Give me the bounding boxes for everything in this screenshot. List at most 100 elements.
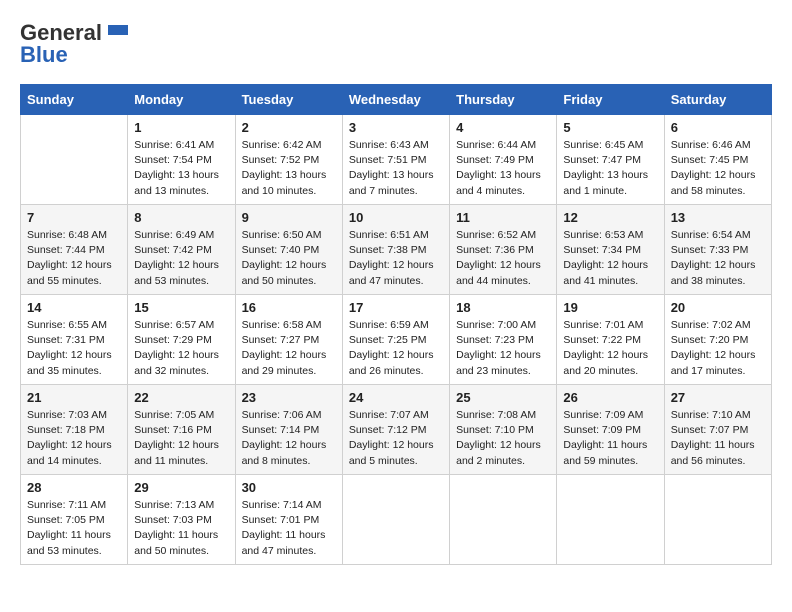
day-number: 11	[456, 210, 550, 225]
weekday-header-row: SundayMondayTuesdayWednesdayThursdayFrid…	[21, 85, 772, 115]
day-number: 1	[134, 120, 228, 135]
calendar-week-row: 7 Sunrise: 6:48 AM Sunset: 7:44 PM Daylig…	[21, 205, 772, 295]
day-info: Sunrise: 6:53 AM Sunset: 7:34 PM Dayligh…	[563, 228, 657, 289]
day-number: 16	[242, 300, 336, 315]
day-number: 20	[671, 300, 765, 315]
day-number: 26	[563, 390, 657, 405]
day-number: 28	[27, 480, 121, 495]
logo-flag-icon	[106, 25, 128, 41]
calendar-cell: 10 Sunrise: 6:51 AM Sunset: 7:38 PM Dayli…	[342, 205, 449, 295]
day-info: Sunrise: 6:59 AM Sunset: 7:25 PM Dayligh…	[349, 318, 443, 379]
calendar-cell	[342, 475, 449, 565]
calendar-cell: 13 Sunrise: 6:54 AM Sunset: 7:33 PM Dayli…	[664, 205, 771, 295]
weekday-header-sunday: Sunday	[21, 85, 128, 115]
day-info: Sunrise: 6:48 AM Sunset: 7:44 PM Dayligh…	[27, 228, 121, 289]
calendar-cell: 7 Sunrise: 6:48 AM Sunset: 7:44 PM Daylig…	[21, 205, 128, 295]
calendar-cell: 30Sunrise: 7:14 AM Sunset: 7:01 PM Dayli…	[235, 475, 342, 565]
day-info: Sunrise: 7:03 AM Sunset: 7:18 PM Dayligh…	[27, 408, 121, 469]
day-info: Sunrise: 7:13 AM Sunset: 7:03 PM Dayligh…	[134, 498, 228, 559]
calendar-cell: 17Sunrise: 6:59 AM Sunset: 7:25 PM Dayli…	[342, 295, 449, 385]
day-number: 8	[134, 210, 228, 225]
day-info: Sunrise: 7:10 AM Sunset: 7:07 PM Dayligh…	[671, 408, 765, 469]
calendar-cell: 18 Sunrise: 7:00 AM Sunset: 7:23 PM Dayli…	[450, 295, 557, 385]
day-info: Sunrise: 6:46 AM Sunset: 7:45 PM Dayligh…	[671, 138, 765, 199]
day-info: Sunrise: 6:55 AM Sunset: 7:31 PM Dayligh…	[27, 318, 121, 379]
calendar-cell: 27Sunrise: 7:10 AM Sunset: 7:07 PM Dayli…	[664, 385, 771, 475]
calendar-cell: 26 Sunrise: 7:09 AM Sunset: 7:09 PM Dayli…	[557, 385, 664, 475]
day-info: Sunrise: 6:49 AM Sunset: 7:42 PM Dayligh…	[134, 228, 228, 289]
calendar-cell: 20 Sunrise: 7:02 AM Sunset: 7:20 PM Dayli…	[664, 295, 771, 385]
day-number: 21	[27, 390, 121, 405]
day-number: 24	[349, 390, 443, 405]
calendar-cell: 4 Sunrise: 6:44 AM Sunset: 7:49 PM Daylig…	[450, 115, 557, 205]
calendar-cell	[450, 475, 557, 565]
calendar-week-row: 21 Sunrise: 7:03 AM Sunset: 7:18 PM Dayli…	[21, 385, 772, 475]
day-info: Sunrise: 7:02 AM Sunset: 7:20 PM Dayligh…	[671, 318, 765, 379]
day-info: Sunrise: 7:09 AM Sunset: 7:09 PM Dayligh…	[563, 408, 657, 469]
day-number: 25	[456, 390, 550, 405]
calendar-cell: 21 Sunrise: 7:03 AM Sunset: 7:18 PM Dayli…	[21, 385, 128, 475]
calendar-cell: 5 Sunrise: 6:45 AM Sunset: 7:47 PM Daylig…	[557, 115, 664, 205]
calendar-cell: 22 Sunrise: 7:05 AM Sunset: 7:16 PM Dayli…	[128, 385, 235, 475]
day-info: Sunrise: 6:52 AM Sunset: 7:36 PM Dayligh…	[456, 228, 550, 289]
calendar-cell: 19 Sunrise: 7:01 AM Sunset: 7:22 PM Dayli…	[557, 295, 664, 385]
day-info: Sunrise: 6:50 AM Sunset: 7:40 PM Dayligh…	[242, 228, 336, 289]
page-header: General Blue	[20, 20, 772, 68]
calendar-cell: 25 Sunrise: 7:08 AM Sunset: 7:10 PM Dayli…	[450, 385, 557, 475]
day-info: Sunrise: 7:00 AM Sunset: 7:23 PM Dayligh…	[456, 318, 550, 379]
day-number: 18	[456, 300, 550, 315]
calendar-cell: 2 Sunrise: 6:42 AM Sunset: 7:52 PM Daylig…	[235, 115, 342, 205]
weekday-header-friday: Friday	[557, 85, 664, 115]
calendar-cell	[557, 475, 664, 565]
calendar-cell: 15Sunrise: 6:57 AM Sunset: 7:29 PM Dayli…	[128, 295, 235, 385]
day-number: 13	[671, 210, 765, 225]
day-number: 3	[349, 120, 443, 135]
day-info: Sunrise: 6:44 AM Sunset: 7:49 PM Dayligh…	[456, 138, 550, 199]
calendar-cell	[21, 115, 128, 205]
logo: General Blue	[20, 20, 128, 68]
day-info: Sunrise: 7:08 AM Sunset: 7:10 PM Dayligh…	[456, 408, 550, 469]
day-number: 12	[563, 210, 657, 225]
day-number: 4	[456, 120, 550, 135]
day-info: Sunrise: 6:45 AM Sunset: 7:47 PM Dayligh…	[563, 138, 657, 199]
day-info: Sunrise: 6:51 AM Sunset: 7:38 PM Dayligh…	[349, 228, 443, 289]
weekday-header-monday: Monday	[128, 85, 235, 115]
day-number: 10	[349, 210, 443, 225]
calendar-cell: 14 Sunrise: 6:55 AM Sunset: 7:31 PM Dayli…	[21, 295, 128, 385]
day-number: 30	[242, 480, 336, 495]
calendar-cell: 29 Sunrise: 7:13 AM Sunset: 7:03 PM Dayli…	[128, 475, 235, 565]
calendar-cell: 23Sunrise: 7:06 AM Sunset: 7:14 PM Dayli…	[235, 385, 342, 475]
day-info: Sunrise: 6:42 AM Sunset: 7:52 PM Dayligh…	[242, 138, 336, 199]
calendar-cell: 11 Sunrise: 6:52 AM Sunset: 7:36 PM Dayli…	[450, 205, 557, 295]
day-info: Sunrise: 7:05 AM Sunset: 7:16 PM Dayligh…	[134, 408, 228, 469]
day-info: Sunrise: 7:01 AM Sunset: 7:22 PM Dayligh…	[563, 318, 657, 379]
calendar-cell: 1Sunrise: 6:41 AM Sunset: 7:54 PM Daylig…	[128, 115, 235, 205]
day-number: 29	[134, 480, 228, 495]
logo-blue-text: Blue	[20, 42, 68, 68]
weekday-header-saturday: Saturday	[664, 85, 771, 115]
calendar-cell: 12 Sunrise: 6:53 AM Sunset: 7:34 PM Dayli…	[557, 205, 664, 295]
weekday-header-thursday: Thursday	[450, 85, 557, 115]
day-number: 2	[242, 120, 336, 135]
day-number: 23	[242, 390, 336, 405]
calendar-cell: 24 Sunrise: 7:07 AM Sunset: 7:12 PM Dayli…	[342, 385, 449, 475]
calendar-table: SundayMondayTuesdayWednesdayThursdayFrid…	[20, 84, 772, 565]
calendar-week-row: 14 Sunrise: 6:55 AM Sunset: 7:31 PM Dayli…	[21, 295, 772, 385]
day-number: 22	[134, 390, 228, 405]
day-info: Sunrise: 7:07 AM Sunset: 7:12 PM Dayligh…	[349, 408, 443, 469]
calendar-week-row: 1Sunrise: 6:41 AM Sunset: 7:54 PM Daylig…	[21, 115, 772, 205]
day-info: Sunrise: 6:58 AM Sunset: 7:27 PM Dayligh…	[242, 318, 336, 379]
weekday-header-wednesday: Wednesday	[342, 85, 449, 115]
day-number: 19	[563, 300, 657, 315]
day-number: 14	[27, 300, 121, 315]
day-number: 9	[242, 210, 336, 225]
day-info: Sunrise: 6:54 AM Sunset: 7:33 PM Dayligh…	[671, 228, 765, 289]
day-number: 6	[671, 120, 765, 135]
calendar-cell: 8 Sunrise: 6:49 AM Sunset: 7:42 PM Daylig…	[128, 205, 235, 295]
day-number: 15	[134, 300, 228, 315]
calendar-cell	[664, 475, 771, 565]
day-number: 7	[27, 210, 121, 225]
day-number: 5	[563, 120, 657, 135]
day-info: Sunrise: 6:43 AM Sunset: 7:51 PM Dayligh…	[349, 138, 443, 199]
calendar-week-row: 28Sunrise: 7:11 AM Sunset: 7:05 PM Dayli…	[21, 475, 772, 565]
